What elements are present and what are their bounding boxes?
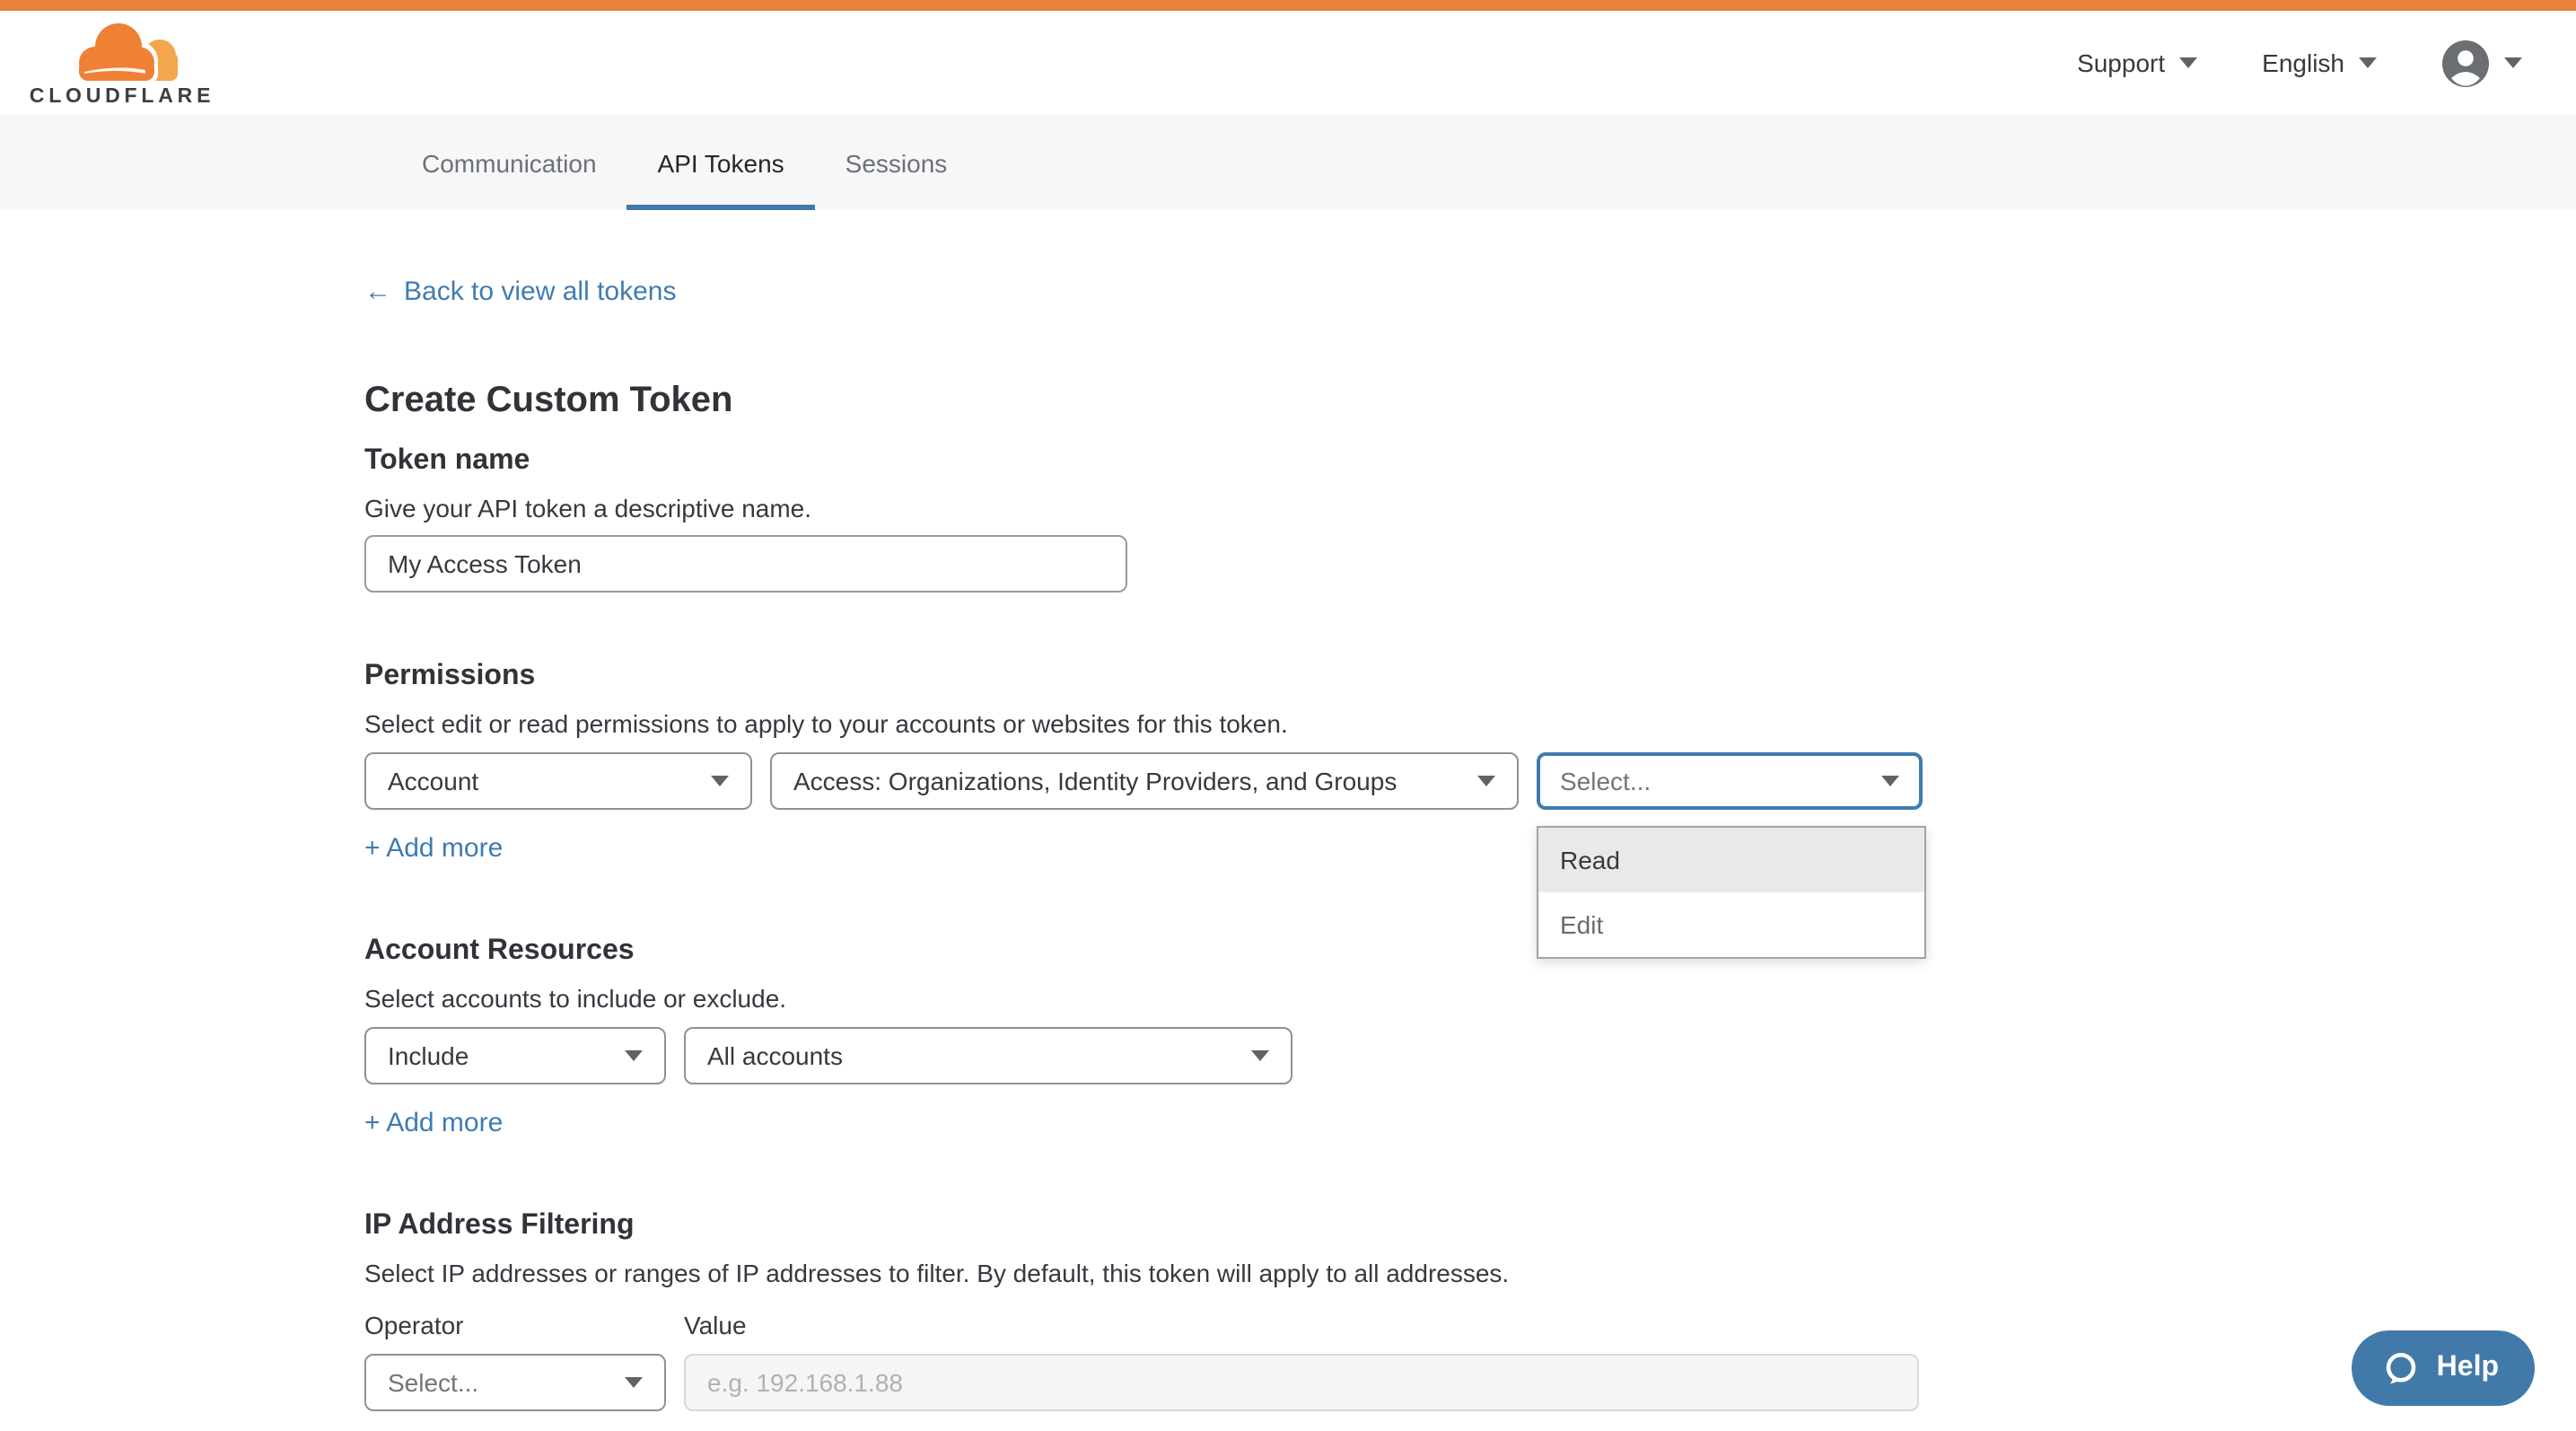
chevron-down-icon — [1251, 1050, 1269, 1061]
help-button[interactable]: Help — [2353, 1330, 2535, 1406]
cloudflare-cloud-icon — [63, 18, 181, 86]
token-name-input[interactable] — [364, 535, 1127, 593]
help-button-label: Help — [2437, 1352, 2499, 1384]
language-menu[interactable]: English — [2262, 48, 2377, 77]
tab-label: API Tokens — [658, 148, 784, 177]
ip-filtering-description: Select IP addresses or ranges of IP addr… — [364, 1259, 2576, 1287]
chevron-down-icon — [625, 1050, 643, 1061]
user-avatar-icon — [2441, 39, 2490, 87]
token-name-heading: Token name — [364, 445, 2576, 478]
dropdown-option-edit[interactable]: Edit — [1538, 892, 1924, 957]
left-arrow-icon: ← — [364, 275, 391, 311]
chevron-down-icon — [2504, 57, 2522, 68]
value-label: Value — [684, 1311, 747, 1339]
ip-filtering-row: Select... — [364, 1354, 2576, 1411]
permissions-description: Select edit or read permissions to apply… — [364, 709, 2576, 738]
permissions-heading: Permissions — [364, 661, 2576, 693]
permissions-add-more-link[interactable]: + Add more — [364, 835, 503, 864]
main-content: ← Back to view all tokens Create Custom … — [0, 210, 2576, 1411]
cloudflare-wordmark: CLOUDFLARE — [30, 86, 215, 108]
permission-level-dropdown-menu: Read Edit — [1537, 826, 1926, 959]
cloudflare-logo[interactable]: CLOUDFLARE — [32, 18, 212, 108]
resource-mode-value: Include — [388, 1041, 469, 1070]
permission-scope-select[interactable]: Account — [364, 752, 752, 810]
header-nav: Support English — [2077, 39, 2522, 87]
permission-scope-value: Account — [388, 767, 478, 795]
account-resources-heading: Account Resources — [364, 935, 2576, 968]
back-link-label: Back to view all tokens — [404, 275, 677, 311]
permission-level-select[interactable]: Select... — [1537, 752, 1923, 810]
account-resources-description: Select accounts to include or exclude. — [364, 984, 2576, 1013]
permission-resource-value: Access: Organizations, Identity Provider… — [793, 767, 1397, 795]
permissions-row: Account Access: Organizations, Identity … — [364, 752, 2576, 810]
brand-accent-bar — [0, 0, 2576, 11]
chevron-down-icon — [1881, 776, 1899, 786]
tab-api-tokens[interactable]: API Tokens — [627, 115, 815, 210]
account-resources-row: Include All accounts — [364, 1027, 2576, 1084]
ip-operator-placeholder: Select... — [388, 1368, 478, 1397]
resource-accounts-select[interactable]: All accounts — [684, 1027, 1292, 1084]
resource-accounts-value: All accounts — [707, 1041, 843, 1070]
chevron-down-icon — [711, 776, 729, 786]
account-resources-add-more-link[interactable]: + Add more — [364, 1110, 503, 1138]
ip-filtering-heading: IP Address Filtering — [364, 1210, 2576, 1242]
chevron-down-icon — [1477, 776, 1495, 786]
chevron-down-icon — [2359, 57, 2377, 68]
account-menu[interactable] — [2441, 39, 2522, 87]
tab-label: Sessions — [846, 148, 948, 177]
support-menu[interactable]: Support — [2077, 48, 2197, 77]
permission-resource-select[interactable]: Access: Organizations, Identity Provider… — [770, 752, 1519, 810]
dropdown-option-read[interactable]: Read — [1538, 828, 1924, 892]
tab-bar: Communication API Tokens Sessions — [0, 115, 2576, 210]
ip-filtering-labels: Operator Value — [364, 1311, 2576, 1339]
tab-label: Communication — [422, 148, 597, 177]
header: CLOUDFLARE Support English — [0, 11, 2576, 115]
operator-label: Operator — [364, 1311, 684, 1339]
token-name-description: Give your API token a descriptive name. — [364, 494, 2576, 522]
language-menu-label: English — [2262, 48, 2344, 77]
ip-operator-select[interactable]: Select... — [364, 1354, 666, 1411]
tab-sessions[interactable]: Sessions — [815, 115, 978, 210]
chat-bubble-icon — [2383, 1349, 2421, 1387]
page-title: Create Custom Token — [364, 377, 2576, 424]
support-menu-label: Support — [2077, 48, 2165, 77]
permission-level-placeholder: Select... — [1560, 767, 1651, 795]
back-to-tokens-link[interactable]: ← Back to view all tokens — [364, 275, 677, 311]
tab-communication[interactable]: Communication — [391, 115, 627, 210]
chevron-down-icon — [625, 1377, 643, 1388]
ip-value-input[interactable] — [684, 1354, 1919, 1411]
resource-mode-select[interactable]: Include — [364, 1027, 666, 1084]
chevron-down-icon — [2179, 57, 2197, 68]
page: CLOUDFLARE Support English Com — [0, 0, 2576, 1431]
